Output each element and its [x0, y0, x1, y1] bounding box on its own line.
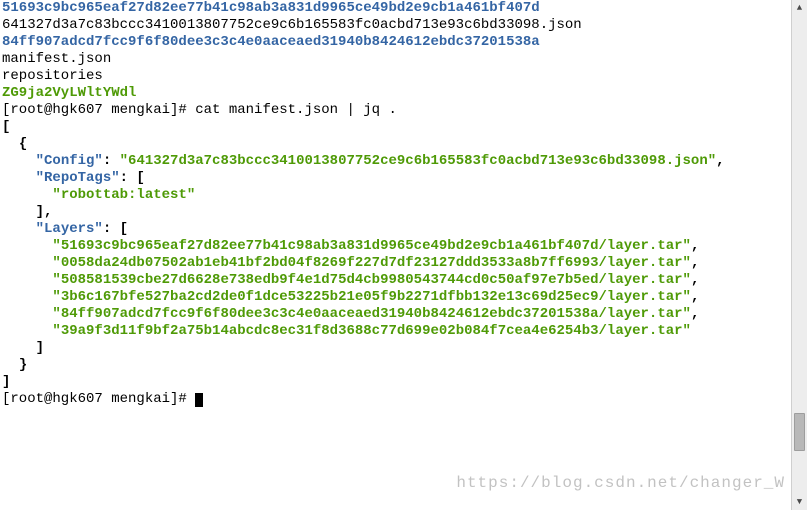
json-string: "51693c9bc965eaf27d82ee77b41c98ab3a831d9…	[2, 238, 691, 254]
scrollbar-track[interactable]	[792, 16, 807, 494]
scrollbar-thumb[interactable]	[794, 413, 805, 451]
json-punct: ]	[2, 340, 44, 356]
file-name: repositories	[2, 68, 103, 84]
file-name: manifest.json	[2, 51, 111, 67]
json-punct: ]	[2, 374, 10, 390]
json-punct: ,	[691, 272, 699, 288]
json-key: "Config"	[2, 153, 103, 169]
cursor-icon	[195, 393, 203, 407]
json-punct: : [	[103, 221, 128, 237]
dir-name: 84ff907adcd7fcc9f6f80dee3c3c4e0aaceaed31…	[2, 34, 540, 50]
json-punct: : [	[120, 170, 145, 186]
json-key: "RepoTags"	[2, 170, 120, 186]
shell-prompt: [root@hgk607 mengkai]#	[2, 391, 195, 407]
json-string: "3b6c167bfe527ba2cd2de0f1dce53225b21e05f…	[2, 289, 691, 305]
json-punct: ,	[716, 153, 724, 169]
scroll-up-arrow-icon[interactable]: ▲	[792, 0, 807, 16]
json-punct: :	[103, 153, 120, 169]
json-key: "Layers"	[2, 221, 103, 237]
json-punct: ,	[691, 306, 699, 322]
vertical-scrollbar[interactable]: ▲ ▼	[791, 0, 807, 510]
json-punct: ,	[691, 255, 699, 271]
json-punct: [	[2, 119, 10, 135]
terminal-viewport: 51693c9bc965eaf27d82ee77b41c98ab3a831d99…	[0, 0, 807, 510]
terminal-output[interactable]: 51693c9bc965eaf27d82ee77b41c98ab3a831d99…	[0, 0, 789, 510]
dir-name: 51693c9bc965eaf27d82ee77b41c98ab3a831d99…	[2, 0, 540, 16]
json-punct: ],	[2, 204, 52, 220]
json-string: "robottab:latest"	[2, 187, 195, 203]
json-string: "641327d3a7c83bccc3410013807752ce9c6b165…	[120, 153, 717, 169]
json-string: "39a9f3d11f9bf2a75b14abcdc8ec31f8d3688c7…	[2, 323, 691, 339]
dir-name: ZG9ja2VyLWltYWdl	[2, 85, 136, 101]
file-name: 641327d3a7c83bccc3410013807752ce9c6b1655…	[2, 17, 582, 33]
json-punct: }	[2, 357, 27, 373]
json-string: "0058da24db07502ab1eb41bf2bd04f8269f227d…	[2, 255, 691, 271]
json-string: "508581539cbe27d6628e738edb9f4e1d75d4cb9…	[2, 272, 691, 288]
json-punct: {	[2, 136, 27, 152]
json-punct: ,	[691, 289, 699, 305]
json-string: "84ff907adcd7fcc9f6f80dee3c3c4e0aaceaed3…	[2, 306, 691, 322]
shell-prompt-line: [root@hgk607 mengkai]# cat manifest.json…	[2, 102, 397, 118]
scroll-down-arrow-icon[interactable]: ▼	[792, 494, 807, 510]
json-punct: ,	[691, 238, 699, 254]
